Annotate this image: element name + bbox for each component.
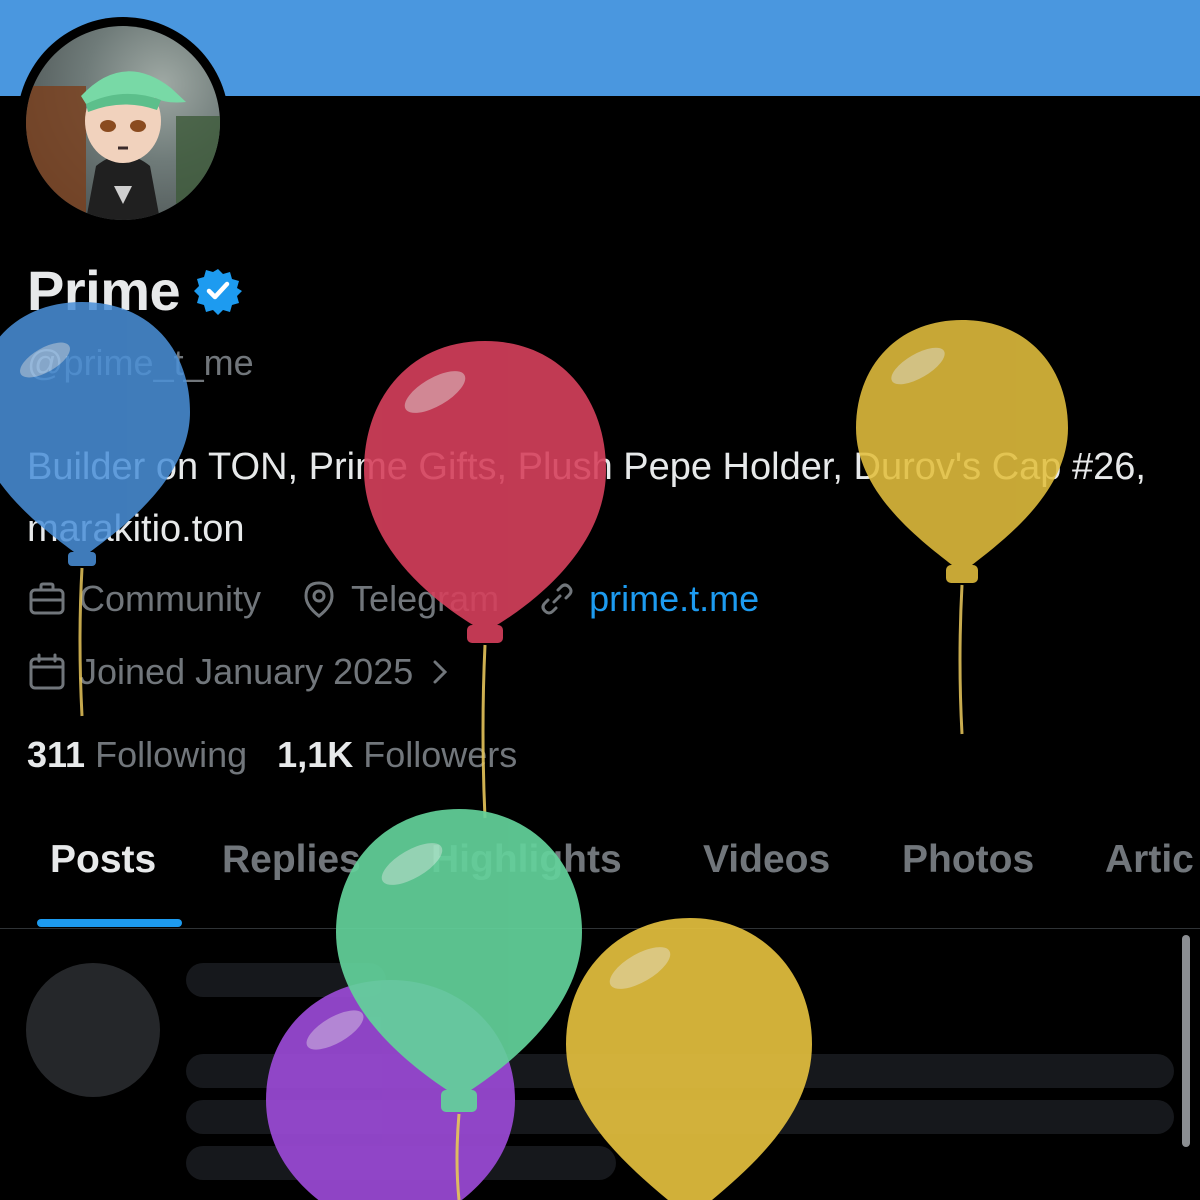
profile-joined-row[interactable]: Joined January 2025 [27, 651, 505, 693]
tab-replies[interactable]: Replies [222, 838, 361, 882]
briefcase-icon [29, 582, 65, 615]
scrollbar[interactable] [1182, 935, 1190, 1147]
profile-location-label: Telegram [351, 578, 500, 619]
followers-count: 1,1K [277, 734, 354, 775]
profile-location: Telegram [299, 578, 499, 620]
profile-category: Community [27, 578, 261, 620]
tab-articles[interactable]: Artic [1105, 838, 1194, 882]
loading-line-placeholder [186, 1054, 1174, 1088]
following-stat[interactable]: 311 Following [27, 734, 247, 776]
active-tab-indicator [37, 919, 182, 927]
profile-meta-row: Community Telegram prime.t.me [27, 578, 797, 620]
profile-tabs: Posts Replies Highlights Videos Photos A… [0, 838, 1200, 928]
profile-joined-label: Joined January 2025 [79, 651, 414, 692]
profile-website[interactable]: prime.t.me [537, 578, 759, 620]
location-pin-icon [304, 581, 334, 618]
tabs-divider [0, 928, 1200, 929]
display-name: Prime [27, 259, 181, 322]
loading-line-placeholder [186, 1100, 1174, 1134]
tab-posts[interactable]: Posts [50, 838, 156, 882]
profile-website-link[interactable]: prime.t.me [589, 578, 759, 620]
profile-handle: @prime_t_me [27, 342, 254, 383]
profile-name-row: Prime [27, 258, 243, 323]
avatar[interactable] [17, 17, 229, 229]
tab-photos[interactable]: Photos [902, 838, 1034, 882]
following-count: 311 [27, 734, 86, 775]
tab-videos[interactable]: Videos [703, 838, 830, 882]
tab-highlights[interactable]: Highlights [431, 838, 622, 882]
loading-avatar-placeholder [26, 963, 160, 1097]
followers-label: Followers [363, 734, 518, 775]
loading-line-placeholder [186, 963, 386, 997]
profile-category-label: Community [79, 578, 262, 619]
link-icon [541, 583, 573, 615]
loading-line-placeholder [186, 1146, 616, 1180]
chevron-right-icon [433, 660, 448, 684]
profile-bio: Builder on TON, Prime Gifts, Plush Pepe … [27, 446, 1146, 550]
calendar-icon [29, 653, 65, 690]
avatar-image [26, 26, 220, 220]
following-label: Following [95, 734, 248, 775]
profile-joined[interactable]: Joined January 2025 [27, 651, 467, 693]
profile-stats: 311 Following 1,1K Followers [27, 734, 547, 776]
followers-stat[interactable]: 1,1K Followers [277, 734, 517, 776]
verified-badge-icon[interactable] [194, 267, 243, 315]
